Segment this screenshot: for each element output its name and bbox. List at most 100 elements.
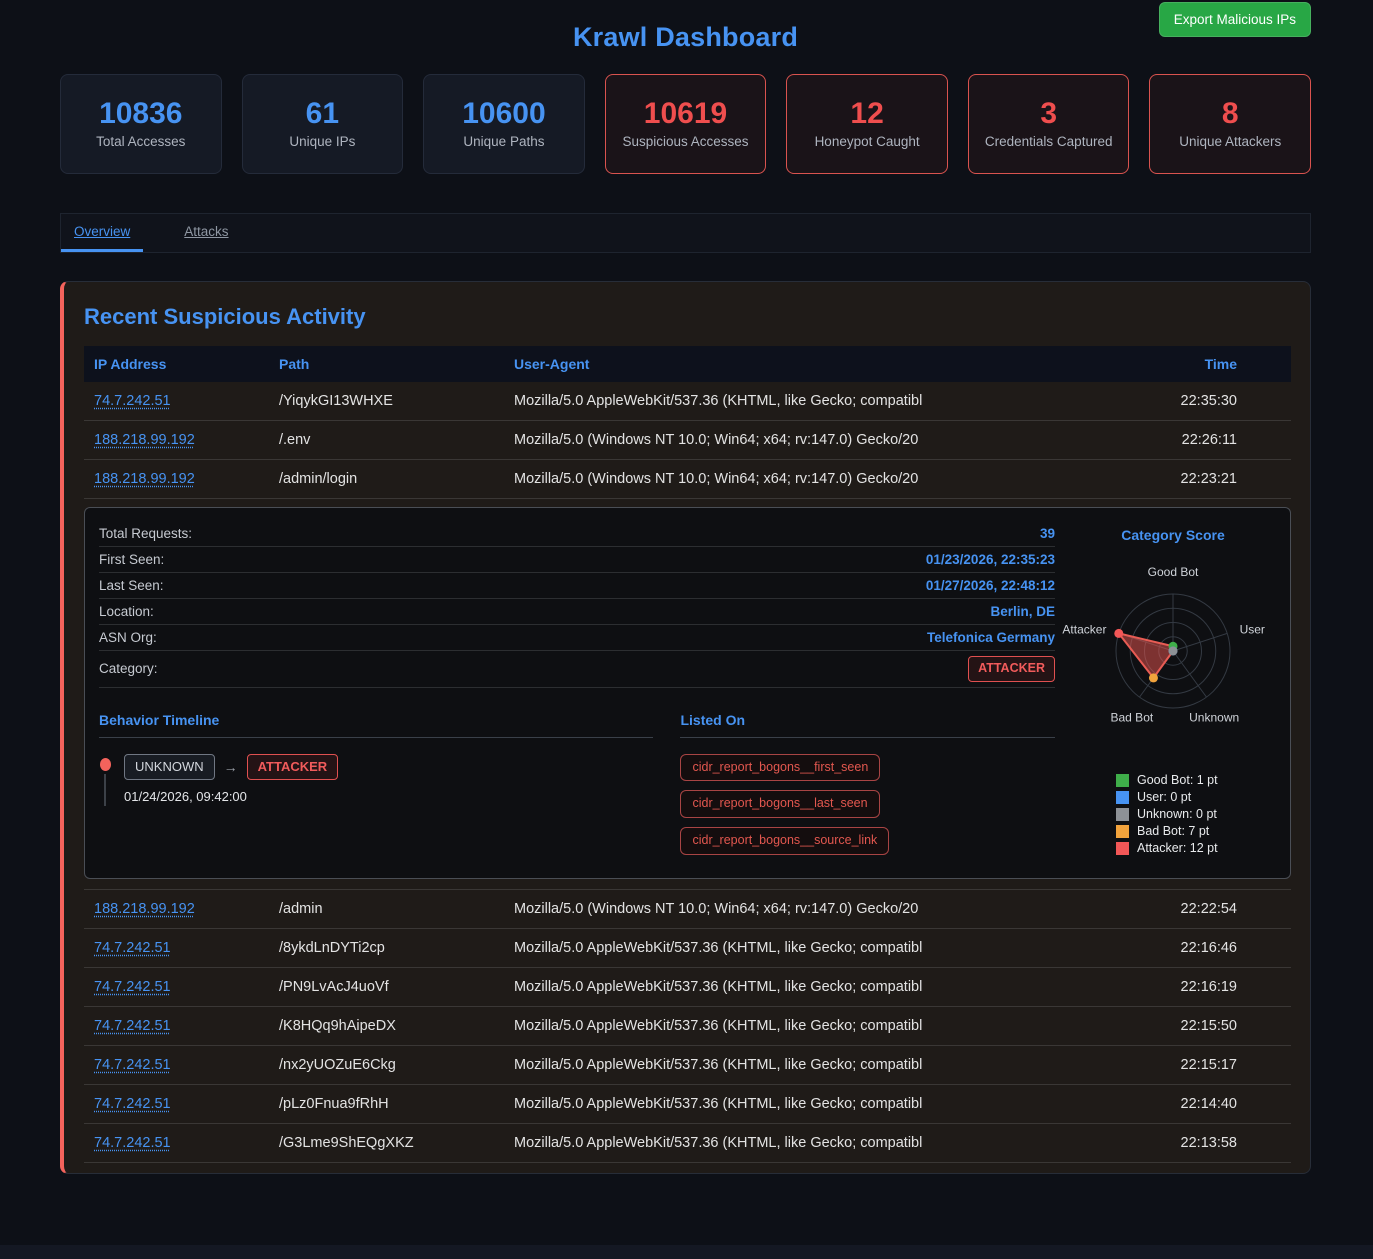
stat-label: Unique Paths xyxy=(463,134,544,149)
ip-link[interactable]: 74.7.242.51 xyxy=(94,1018,171,1034)
path-cell: /pLz0Fnua9fRhH xyxy=(269,1085,504,1124)
path-cell: /PN9LvAcJ4uoVf xyxy=(269,968,504,1007)
table-row[interactable]: 188.218.99.192/admin/loginMozilla/5.0 (W… xyxy=(84,460,1291,499)
ip-link[interactable]: 188.218.99.192 xyxy=(94,471,195,487)
detail-field-row: Last Seen:01/27/2026, 22:48:12 xyxy=(99,573,1055,599)
ip-link[interactable]: 74.7.242.51 xyxy=(94,1096,171,1112)
header: Krawl Dashboard Export Malicious IPs xyxy=(60,0,1311,58)
ip-detail-fields: Total Requests:39First Seen:01/23/2026, … xyxy=(99,521,1055,651)
legend-label: Unknown: 0 pt xyxy=(1137,807,1217,821)
ip-link[interactable]: 74.7.242.51 xyxy=(94,940,171,956)
page-title: Krawl Dashboard xyxy=(60,22,1311,53)
legend-swatch xyxy=(1116,808,1129,821)
stat-label: Unique IPs xyxy=(289,134,355,149)
time-cell: 22:26:11 xyxy=(1086,421,1291,460)
stat-value: 10619 xyxy=(644,99,727,129)
table-row[interactable]: 188.218.99.192/adminMozilla/5.0 (Windows… xyxy=(84,890,1291,929)
listed-on-badge[interactable]: cidr_report_bogons__last_seen xyxy=(680,790,879,818)
user-agent-cell: Mozilla/5.0 AppleWebKit/537.36 (KHTML, l… xyxy=(504,968,1086,1007)
stat-value: 10836 xyxy=(99,99,182,129)
listed-on-badge[interactable]: cidr_report_bogons__first_seen xyxy=(680,754,880,782)
ip-link[interactable]: 74.7.242.51 xyxy=(94,393,171,409)
user-agent-cell: Mozilla/5.0 AppleWebKit/537.36 (KHTML, l… xyxy=(504,382,1086,421)
table-row[interactable]: 74.7.242.51/K8HQq9hAipeDXMozilla/5.0 App… xyxy=(84,1007,1291,1046)
timeline-connector-line xyxy=(104,774,106,806)
listed-on-section: Listed On cidr_report_bogons__first_seen… xyxy=(680,712,1055,855)
ip-link[interactable]: 74.7.242.51 xyxy=(94,1057,171,1073)
table-row[interactable]: 74.7.242.51/nx2yUOZuE6CkgMozilla/5.0 App… xyxy=(84,1046,1291,1085)
legend-swatch xyxy=(1116,791,1129,804)
behavior-timeline-section: Behavior Timeline xyxy=(99,712,653,855)
ip-link[interactable]: 74.7.242.51 xyxy=(94,979,171,995)
column-header-path: Path xyxy=(269,346,504,382)
rows-before-detail: 74.7.242.51/YiqykGI13WHXEMozilla/5.0 App… xyxy=(84,382,1291,499)
time-cell: 22:35:30 xyxy=(1086,382,1291,421)
detail-field-label: Last Seen: xyxy=(99,578,164,593)
legend-item: Bad Bot: 7 pt xyxy=(1116,824,1276,838)
stat-card-unique-ips: 61Unique IPs xyxy=(242,74,404,174)
ip-cell: 74.7.242.51 xyxy=(84,1085,269,1124)
listed-on-badge[interactable]: cidr_report_bogons__source_link xyxy=(680,827,889,855)
timeline-event-body: UNKNOWN → ATTACKER 01/24/2026, 09:42:00 xyxy=(124,754,338,806)
legend-label: Good Bot: 1 pt xyxy=(1137,773,1218,787)
time-cell: 22:23:21 xyxy=(1086,460,1291,499)
path-cell: /admin/login xyxy=(269,460,504,499)
legend-label: Bad Bot: 7 pt xyxy=(1137,824,1209,838)
detail-cell: Total Requests:39First Seen:01/23/2026, … xyxy=(84,499,1291,890)
radar-data-point xyxy=(1114,629,1123,638)
table-row[interactable]: 74.7.242.51/pLz0Fnua9fRhHMozilla/5.0 App… xyxy=(84,1085,1291,1124)
suspicious-activity-table: IP Address Path User-Agent Time 74.7.242… xyxy=(84,346,1291,1163)
radar-data-point xyxy=(1169,647,1178,656)
detail-field-label: Location: xyxy=(99,604,154,619)
ip-link[interactable]: 188.218.99.192 xyxy=(94,432,195,448)
path-cell: /.env xyxy=(269,421,504,460)
path-cell: /K8HQq9hAipeDX xyxy=(269,1007,504,1046)
time-cell: 22:22:54 xyxy=(1086,890,1291,929)
legend-item: Attacker: 12 pt xyxy=(1116,841,1276,855)
legend-item: Good Bot: 1 pt xyxy=(1116,773,1276,787)
table-row[interactable]: 74.7.242.51/G3Lme9ShEQgXKZMozilla/5.0 Ap… xyxy=(84,1124,1291,1163)
legend-item: Unknown: 0 pt xyxy=(1116,807,1276,821)
table-row[interactable]: 188.218.99.192/.envMozilla/5.0 (Windows … xyxy=(84,421,1291,460)
ip-link[interactable]: 188.218.99.192 xyxy=(94,901,195,917)
radar-axis-label: Bad Bot xyxy=(1111,711,1154,725)
user-agent-cell: Mozilla/5.0 (Windows NT 10.0; Win64; x64… xyxy=(504,890,1086,929)
legend-swatch xyxy=(1116,774,1129,787)
ip-cell: 74.7.242.51 xyxy=(84,382,269,421)
column-header-user-agent: User-Agent xyxy=(504,346,1086,382)
table-row[interactable]: 74.7.242.51/PN9LvAcJ4uoVfMozilla/5.0 App… xyxy=(84,968,1291,1007)
table-row[interactable]: 74.7.242.51/8ykdLnDYTi2cpMozilla/5.0 App… xyxy=(84,929,1291,968)
path-cell: /G3Lme9ShEQgXKZ xyxy=(269,1124,504,1163)
category-label: Category: xyxy=(99,661,158,676)
category-score-chart: Category Score Good BotUserUnknownBad Bo… xyxy=(1070,521,1276,865)
stat-card-unique-paths: 10600Unique Paths xyxy=(423,74,585,174)
detail-field-label: ASN Org: xyxy=(99,630,157,645)
user-agent-cell: Mozilla/5.0 AppleWebKit/537.36 (KHTML, l… xyxy=(504,929,1086,968)
radar-axis-label: Good Bot xyxy=(1148,565,1199,579)
path-cell: /8ykdLnDYTi2cp xyxy=(269,929,504,968)
tab-overview[interactable]: Overview xyxy=(61,214,143,252)
radar-data-polygon xyxy=(1119,633,1173,678)
legend-label: Attacker: 12 pt xyxy=(1137,841,1218,855)
ip-link[interactable]: 74.7.242.51 xyxy=(94,1135,171,1151)
legend-item: User: 0 pt xyxy=(1116,790,1276,804)
detail-field-row: ASN Org:Telefonica Germany xyxy=(99,625,1055,651)
category-badge: ATTACKER xyxy=(968,656,1055,682)
timeline-event: UNKNOWN → ATTACKER 01/24/2026, 09:42:00 xyxy=(99,754,653,806)
ip-cell: 74.7.242.51 xyxy=(84,1007,269,1046)
timeline-transition: UNKNOWN → ATTACKER xyxy=(124,754,338,780)
time-cell: 22:16:46 xyxy=(1086,929,1291,968)
tab-attacks[interactable]: Attacks xyxy=(171,214,241,252)
stat-card-unique-attackers: 8Unique Attackers xyxy=(1149,74,1311,174)
dashboard-page: Krawl Dashboard Export Malicious IPs 108… xyxy=(0,0,1373,1174)
legend-label: User: 0 pt xyxy=(1137,790,1191,804)
table-row[interactable]: 74.7.242.51/YiqykGI13WHXEMozilla/5.0 App… xyxy=(84,382,1291,421)
export-malicious-ips-button[interactable]: Export Malicious IPs xyxy=(1159,2,1311,37)
chart-legend: Good Bot: 1 pt User: 0 pt Unknown: 0 pt Bad… xyxy=(1070,773,1276,855)
stats-row: 10836Total Accesses61Unique IPs10600Uniq… xyxy=(60,74,1311,174)
radar-chart: Good BotUserUnknownBad BotAttacker xyxy=(1070,551,1276,743)
path-cell: /nx2yUOZuE6Ckg xyxy=(269,1046,504,1085)
detail-field-row: Total Requests:39 xyxy=(99,521,1055,547)
tab-bar: Overview Attacks xyxy=(60,213,1311,253)
legend-swatch xyxy=(1116,842,1129,855)
